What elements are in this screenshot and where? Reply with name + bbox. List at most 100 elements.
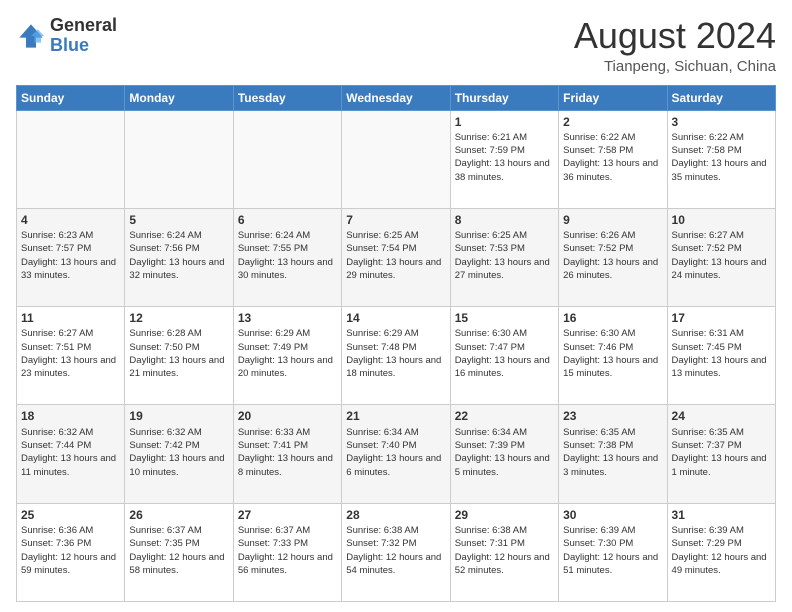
col-saturday: Saturday (667, 85, 775, 110)
day-info: Sunrise: 6:26 AM Sunset: 7:52 PM Dayligh… (563, 229, 662, 282)
day-number: 16 (563, 310, 662, 326)
table-row: 11Sunrise: 6:27 AM Sunset: 7:51 PM Dayli… (17, 307, 125, 405)
col-tuesday: Tuesday (233, 85, 341, 110)
day-info: Sunrise: 6:37 AM Sunset: 7:35 PM Dayligh… (129, 524, 228, 577)
table-row: 31Sunrise: 6:39 AM Sunset: 7:29 PM Dayli… (667, 503, 775, 601)
logo: General Blue (16, 16, 117, 56)
table-row: 17Sunrise: 6:31 AM Sunset: 7:45 PM Dayli… (667, 307, 775, 405)
day-info: Sunrise: 6:36 AM Sunset: 7:36 PM Dayligh… (21, 524, 120, 577)
table-row (233, 110, 341, 208)
day-info: Sunrise: 6:29 AM Sunset: 7:48 PM Dayligh… (346, 327, 445, 380)
table-row: 1Sunrise: 6:21 AM Sunset: 7:59 PM Daylig… (450, 110, 558, 208)
table-row: 24 Sunrise: 6:35 AM Sunset: 7:37 PM Dayli… (667, 405, 775, 503)
table-row (125, 110, 233, 208)
logo-icon (16, 21, 46, 51)
day-info: Sunrise: 6:30 AM Sunset: 7:46 PM Dayligh… (563, 327, 662, 380)
day-number: 14 (346, 310, 445, 326)
day-number: 1 (455, 114, 554, 130)
day-info: Sunrise: 6:32 AM Sunset: 7:42 PM Dayligh… (129, 426, 228, 479)
logo-text: General Blue (50, 16, 117, 56)
table-row: 4Sunrise: 6:23 AM Sunset: 7:57 PM Daylig… (17, 208, 125, 306)
table-row: 2Sunrise: 6:22 AM Sunset: 7:58 PM Daylig… (559, 110, 667, 208)
month-title: August 2024 (574, 16, 776, 56)
day-number: 13 (238, 310, 337, 326)
day-info: Sunrise: 6:33 AM Sunset: 7:41 PM Dayligh… (238, 426, 337, 479)
day-number: 31 (672, 507, 771, 523)
day-info: Sunrise: 6:24 AM Sunset: 7:56 PM Dayligh… (129, 229, 228, 282)
table-row: 6Sunrise: 6:24 AM Sunset: 7:55 PM Daylig… (233, 208, 341, 306)
table-row: 7Sunrise: 6:25 AM Sunset: 7:54 PM Daylig… (342, 208, 450, 306)
title-block: August 2024 Tianpeng, Sichuan, China (574, 16, 776, 75)
table-row: 20 Sunrise: 6:33 AM Sunset: 7:41 PM Dayli… (233, 405, 341, 503)
day-info: Sunrise: 6:27 AM Sunset: 7:52 PM Dayligh… (672, 229, 771, 282)
table-row: 5Sunrise: 6:24 AM Sunset: 7:56 PM Daylig… (125, 208, 233, 306)
day-number: 21 (346, 408, 445, 424)
table-row: 13Sunrise: 6:29 AM Sunset: 7:49 PM Dayli… (233, 307, 341, 405)
day-number: 17 (672, 310, 771, 326)
table-row: 22Sunrise: 6:34 AM Sunset: 7:39 PM Dayli… (450, 405, 558, 503)
day-number: 29 (455, 507, 554, 523)
table-row: 16Sunrise: 6:30 AM Sunset: 7:46 PM Dayli… (559, 307, 667, 405)
logo-blue-text: Blue (50, 35, 89, 55)
day-number: 30 (563, 507, 662, 523)
day-number: 20 (238, 408, 337, 424)
day-number: 10 (672, 212, 771, 228)
day-number: 3 (672, 114, 771, 130)
table-row: 10Sunrise: 6:27 AM Sunset: 7:52 PM Dayli… (667, 208, 775, 306)
day-number: 25 (21, 507, 120, 523)
table-row: 30Sunrise: 6:39 AM Sunset: 7:30 PM Dayli… (559, 503, 667, 601)
table-row (17, 110, 125, 208)
table-row: 18 Sunrise: 6:32 AM Sunset: 7:44 PM Dayli… (17, 405, 125, 503)
day-number: 8 (455, 212, 554, 228)
table-row: 8Sunrise: 6:25 AM Sunset: 7:53 PM Daylig… (450, 208, 558, 306)
day-info: Sunrise: 6:22 AM Sunset: 7:58 PM Dayligh… (672, 131, 771, 184)
day-info: Sunrise: 6:23 AM Sunset: 7:57 PM Dayligh… (21, 229, 120, 282)
day-number: 12 (129, 310, 228, 326)
day-number: 15 (455, 310, 554, 326)
calendar-week-row: 18 Sunrise: 6:32 AM Sunset: 7:44 PM Dayli… (17, 405, 776, 503)
col-friday: Friday (559, 85, 667, 110)
table-row: 25Sunrise: 6:36 AM Sunset: 7:36 PM Dayli… (17, 503, 125, 601)
calendar-week-row: 11Sunrise: 6:27 AM Sunset: 7:51 PM Dayli… (17, 307, 776, 405)
day-info: Sunrise: 6:35 AM Sunset: 7:37 PM Dayligh… (672, 426, 771, 479)
day-info: Sunrise: 6:32 AM Sunset: 7:44 PM Dayligh… (21, 426, 120, 479)
day-info: Sunrise: 6:27 AM Sunset: 7:51 PM Dayligh… (21, 327, 120, 380)
day-info: Sunrise: 6:34 AM Sunset: 7:40 PM Dayligh… (346, 426, 445, 479)
table-row: 15Sunrise: 6:30 AM Sunset: 7:47 PM Dayli… (450, 307, 558, 405)
day-number: 23 (563, 408, 662, 424)
table-row: 3Sunrise: 6:22 AM Sunset: 7:58 PM Daylig… (667, 110, 775, 208)
day-info: Sunrise: 6:21 AM Sunset: 7:59 PM Dayligh… (455, 131, 554, 184)
page: General Blue August 2024 Tianpeng, Sichu… (0, 0, 792, 612)
table-row: 9Sunrise: 6:26 AM Sunset: 7:52 PM Daylig… (559, 208, 667, 306)
header: General Blue August 2024 Tianpeng, Sichu… (16, 16, 776, 75)
logo-general-text: General (50, 15, 117, 35)
calendar-week-row: 1Sunrise: 6:21 AM Sunset: 7:59 PM Daylig… (17, 110, 776, 208)
table-row: 14Sunrise: 6:29 AM Sunset: 7:48 PM Dayli… (342, 307, 450, 405)
day-number: 6 (238, 212, 337, 228)
col-monday: Monday (125, 85, 233, 110)
day-number: 27 (238, 507, 337, 523)
day-number: 18 (21, 408, 120, 424)
location: Tianpeng, Sichuan, China (574, 58, 776, 75)
day-number: 28 (346, 507, 445, 523)
day-number: 4 (21, 212, 120, 228)
day-info: Sunrise: 6:38 AM Sunset: 7:31 PM Dayligh… (455, 524, 554, 577)
day-info: Sunrise: 6:34 AM Sunset: 7:39 PM Dayligh… (455, 426, 554, 479)
day-info: Sunrise: 6:39 AM Sunset: 7:29 PM Dayligh… (672, 524, 771, 577)
day-number: 9 (563, 212, 662, 228)
calendar-week-row: 4Sunrise: 6:23 AM Sunset: 7:57 PM Daylig… (17, 208, 776, 306)
table-row: 28Sunrise: 6:38 AM Sunset: 7:32 PM Dayli… (342, 503, 450, 601)
day-number: 2 (563, 114, 662, 130)
day-number: 11 (21, 310, 120, 326)
table-row: 29Sunrise: 6:38 AM Sunset: 7:31 PM Dayli… (450, 503, 558, 601)
table-row: 26Sunrise: 6:37 AM Sunset: 7:35 PM Dayli… (125, 503, 233, 601)
col-sunday: Sunday (17, 85, 125, 110)
day-number: 5 (129, 212, 228, 228)
table-row: 27Sunrise: 6:37 AM Sunset: 7:33 PM Dayli… (233, 503, 341, 601)
day-info: Sunrise: 6:35 AM Sunset: 7:38 PM Dayligh… (563, 426, 662, 479)
day-number: 24 (672, 408, 771, 424)
table-row: 23 Sunrise: 6:35 AM Sunset: 7:38 PM Dayli… (559, 405, 667, 503)
day-info: Sunrise: 6:24 AM Sunset: 7:55 PM Dayligh… (238, 229, 337, 282)
day-number: 7 (346, 212, 445, 228)
calendar-header-row: Sunday Monday Tuesday Wednesday Thursday… (17, 85, 776, 110)
